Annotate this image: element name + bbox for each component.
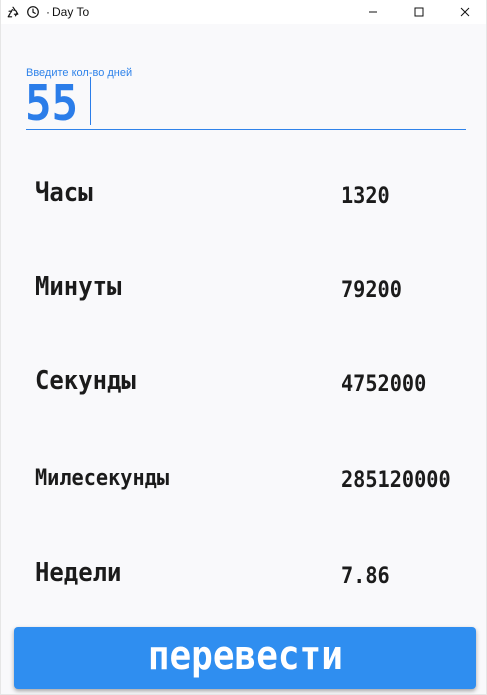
window-title-text: Day To — [52, 5, 90, 19]
title-left-group: · Day To — [1, 0, 89, 24]
convert-button-label: перевести — [147, 633, 343, 679]
window-title: · Day To — [46, 6, 89, 18]
maximize-button[interactable] — [396, 0, 442, 24]
result-row-weeks: Недели 7.86 — [1, 536, 486, 596]
milliseconds-value: 285120000 — [341, 468, 451, 493]
close-button[interactable] — [442, 0, 486, 24]
app-window: · Day To Введите кол-во дней 55 Часы 132… — [0, 0, 487, 695]
text-caret — [90, 77, 91, 125]
minutes-value: 79200 — [341, 278, 402, 303]
hours-label: Часы — [35, 178, 93, 208]
recycle-icon — [6, 5, 20, 19]
close-icon — [460, 7, 470, 17]
title-bar: · Day To — [1, 0, 486, 24]
clock-icon — [26, 5, 40, 19]
minimize-button[interactable] — [350, 0, 396, 24]
days-input-value[interactable]: 55 — [25, 76, 78, 128]
result-row-milliseconds: Милесекунды 285120000 — [1, 440, 486, 500]
window-controls — [350, 0, 486, 24]
input-underline — [26, 129, 466, 130]
title-prefix: · — [46, 5, 50, 19]
result-row-minutes: Минуты 79200 — [1, 250, 486, 310]
content-area: Введите кол-во дней 55 Часы 1320 Минуты … — [1, 24, 486, 694]
milliseconds-label: Милесекунды — [35, 466, 170, 491]
convert-button[interactable]: перевести — [14, 627, 476, 689]
seconds-label: Секунды — [35, 366, 136, 396]
seconds-value: 4752000 — [341, 372, 427, 397]
maximize-icon — [414, 7, 424, 17]
weeks-value: 7.86 — [341, 564, 390, 589]
minutes-label: Минуты — [35, 272, 122, 302]
weeks-label: Недели — [35, 558, 122, 588]
results-list: Часы 1320 Минуты 79200 Секунды 4752000 М… — [1, 140, 486, 600]
days-input-field[interactable]: Введите кол-во дней 55 — [25, 66, 466, 130]
minimize-icon — [368, 7, 378, 17]
result-row-seconds: Секунды 4752000 — [1, 344, 486, 404]
hours-value: 1320 — [341, 184, 390, 209]
result-row-hours: Часы 1320 — [1, 156, 486, 216]
